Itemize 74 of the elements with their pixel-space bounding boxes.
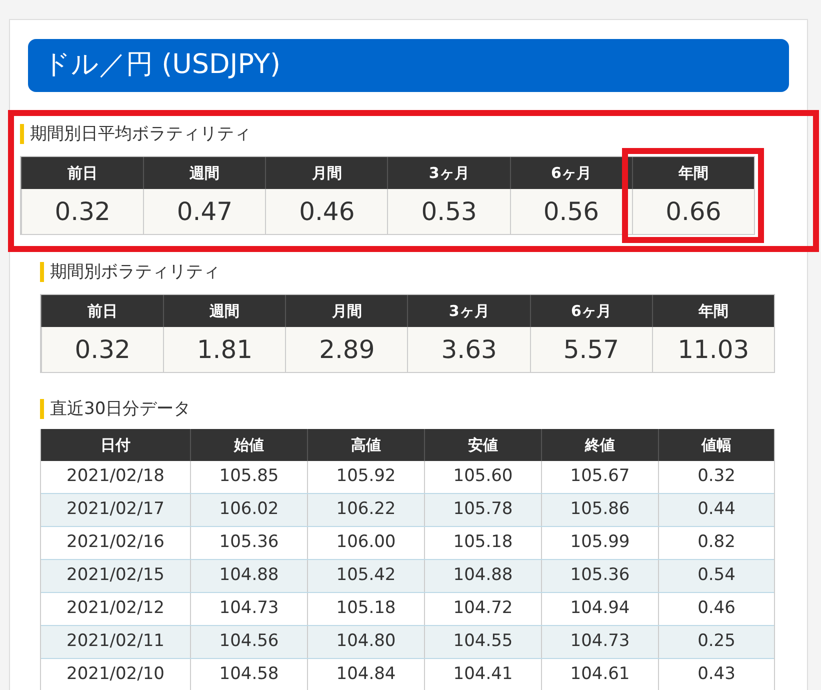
table-cell: 106.22: [307, 494, 424, 526]
table-cell: 105.36: [190, 527, 307, 559]
table-cell: 105.99: [541, 527, 658, 559]
column-header: 年間: [652, 295, 774, 327]
table-cell: 104.56: [190, 626, 307, 658]
column-header: 6ヶ月: [510, 157, 632, 189]
table-cell: 105.18: [307, 593, 424, 625]
table-cell: 105.42: [307, 560, 424, 592]
value-cell: 3.63: [407, 327, 530, 372]
table-cell: 0.82: [658, 527, 774, 559]
table-cell: 104.41: [424, 659, 541, 690]
section-heading: 期間別日平均ボラティリティ: [30, 126, 251, 142]
table-cell: 0.46: [658, 593, 774, 625]
table-cell: 104.61: [541, 659, 658, 690]
table-cell-text: 2021/02/18: [66, 465, 166, 488]
table-cell: 104.84: [307, 659, 424, 690]
table-cell-text: 2021/02/16: [66, 531, 166, 554]
value-cell: 0.46: [265, 189, 388, 234]
column-header: 3ヶ月: [407, 295, 530, 327]
table-cell: 104.88: [424, 560, 541, 592]
table-cell: 105.85: [190, 461, 307, 493]
table-cell: 105.86: [541, 494, 658, 526]
table-cell-text: 2021/02/12: [66, 597, 166, 620]
value-cell: 0.47: [143, 189, 266, 234]
table-cell-text: 2021/02/15: [66, 564, 166, 588]
table-cell: 0.32: [658, 461, 774, 493]
value-cell: 0.66: [632, 189, 754, 234]
table-cell: 106.02: [190, 494, 307, 526]
heading-marker: [40, 399, 44, 419]
table-cell: 104.80: [307, 626, 424, 658]
heading-marker: [20, 124, 24, 144]
table-cell: 105.92: [307, 461, 424, 493]
column-header: 6ヶ月: [530, 295, 652, 327]
value-cell: 11.03: [652, 327, 774, 372]
table-cell: 104.72: [424, 593, 541, 625]
table-cell: 104.58: [190, 659, 307, 690]
table-cell: 0.43: [658, 659, 774, 690]
section-heading: 直近30日分データ: [50, 400, 191, 418]
column-header: 3ヶ月: [387, 157, 510, 189]
value-cell: 1.81: [163, 327, 286, 372]
column-header: 週間: [143, 157, 266, 189]
value-cell: 5.57: [530, 327, 652, 372]
value-cell: 0.56: [510, 189, 632, 234]
table-cell: 104.88: [190, 560, 307, 592]
table-cell: 105.60: [424, 461, 541, 493]
section-heading: 期間別ボラティリティ: [50, 264, 220, 280]
table-cell: 104.73: [190, 593, 307, 625]
value-cell: 0.32: [21, 189, 144, 234]
column-header: 月間: [285, 295, 408, 327]
table-cell-text: 2021/02/17: [66, 498, 166, 522]
value-cell: 0.32: [41, 327, 164, 372]
table-cell: 105.36: [541, 560, 658, 592]
value-cell: 2.89: [285, 327, 408, 372]
table-cell: 104.94: [541, 593, 658, 625]
column-header: 年間: [632, 157, 754, 189]
page-title: ドル／円 (USDJPY): [28, 39, 789, 92]
table-cell: 105.78: [424, 494, 541, 526]
column-header: 前日: [41, 295, 164, 327]
column-header: 週間: [163, 295, 286, 327]
table-cell: 0.44: [658, 494, 774, 526]
table-cell: 106.00: [307, 527, 424, 559]
table-cell: 0.25: [658, 626, 774, 658]
table-cell: 104.55: [424, 626, 541, 658]
column-header: 前日: [21, 157, 144, 189]
column-header: 月間: [265, 157, 388, 189]
value-cell: 0.53: [387, 189, 510, 234]
table-cell: 105.18: [424, 527, 541, 559]
heading-marker: [40, 262, 44, 282]
column-header: 日付: [100, 434, 132, 456]
table-cell-text: 2021/02/11: [66, 630, 166, 654]
table-cell: 105.67: [541, 461, 658, 493]
table-cell-text: 2021/02/10: [66, 663, 166, 686]
table-cell: 104.73: [541, 626, 658, 658]
table-cell: 0.54: [658, 560, 774, 592]
